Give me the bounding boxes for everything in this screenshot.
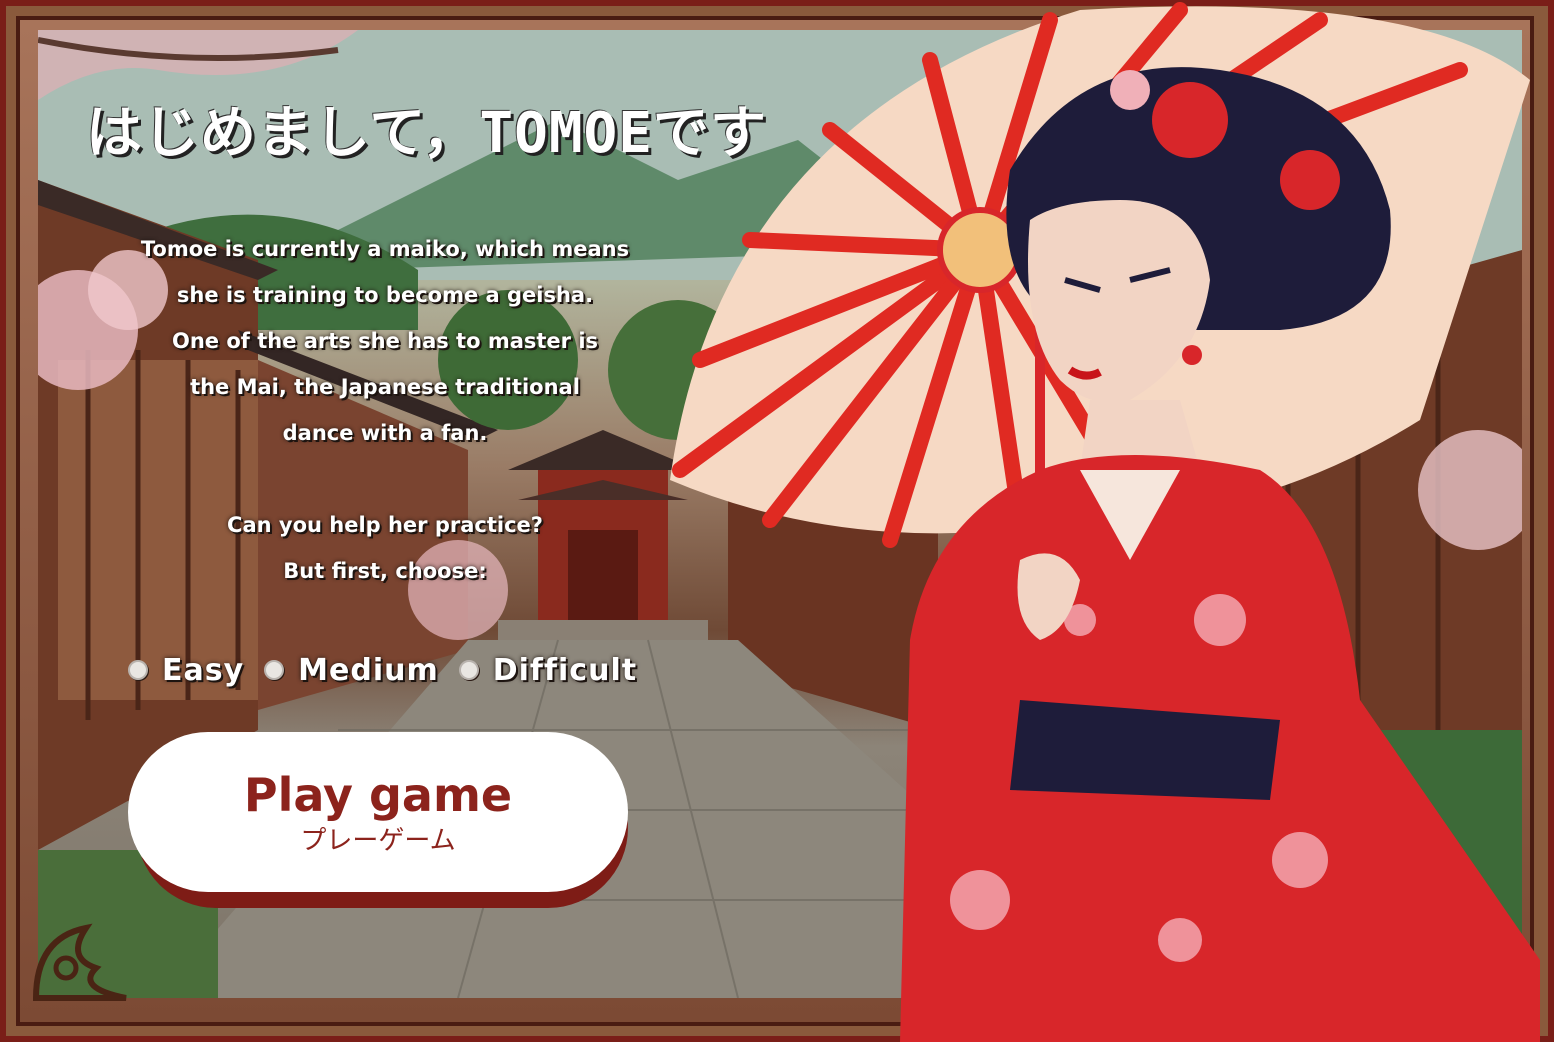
difficulty-option-easy[interactable]: Easy	[128, 653, 244, 688]
intro-line: the Mai, the Japanese traditional	[190, 375, 580, 399]
difficult-radio[interactable]	[458, 660, 479, 680]
difficulty-option-medium[interactable]: Medium	[264, 653, 439, 688]
geisha-character	[670, 2, 1540, 1042]
difficulty-label-easy: Easy	[162, 652, 245, 688]
easy-radio[interactable]	[128, 660, 148, 680]
corner-ornament-icon	[32, 923, 127, 1001]
difficulty-label-medium: Medium	[298, 652, 439, 688]
difficulty-selector: Easy Medium Difficult	[128, 646, 637, 694]
difficulty-option-difficult[interactable]: Difficult	[458, 652, 638, 688]
intro-line: dance with a fan.	[282, 421, 488, 445]
play-button-label: Play game	[243, 768, 513, 822]
intro-prompt: But first, choose:	[283, 559, 487, 583]
difficulty-label-difficult: Difficult	[492, 652, 638, 688]
play-button-sublabel: プレーゲーム	[300, 826, 456, 856]
play-game-button[interactable]: Play game プレーゲーム	[128, 732, 628, 892]
intro-line: Tomoe is currently a maiko, which means	[140, 237, 630, 261]
intro-text: Tomoe is currently a maiko, which means …	[90, 226, 680, 594]
intro-question: Can you help her practice?	[227, 513, 543, 537]
intro-line: One of the arts she has to master is	[171, 329, 599, 353]
intro-line: she is training to become a geisha.	[176, 283, 594, 307]
medium-radio[interactable]	[264, 660, 285, 680]
